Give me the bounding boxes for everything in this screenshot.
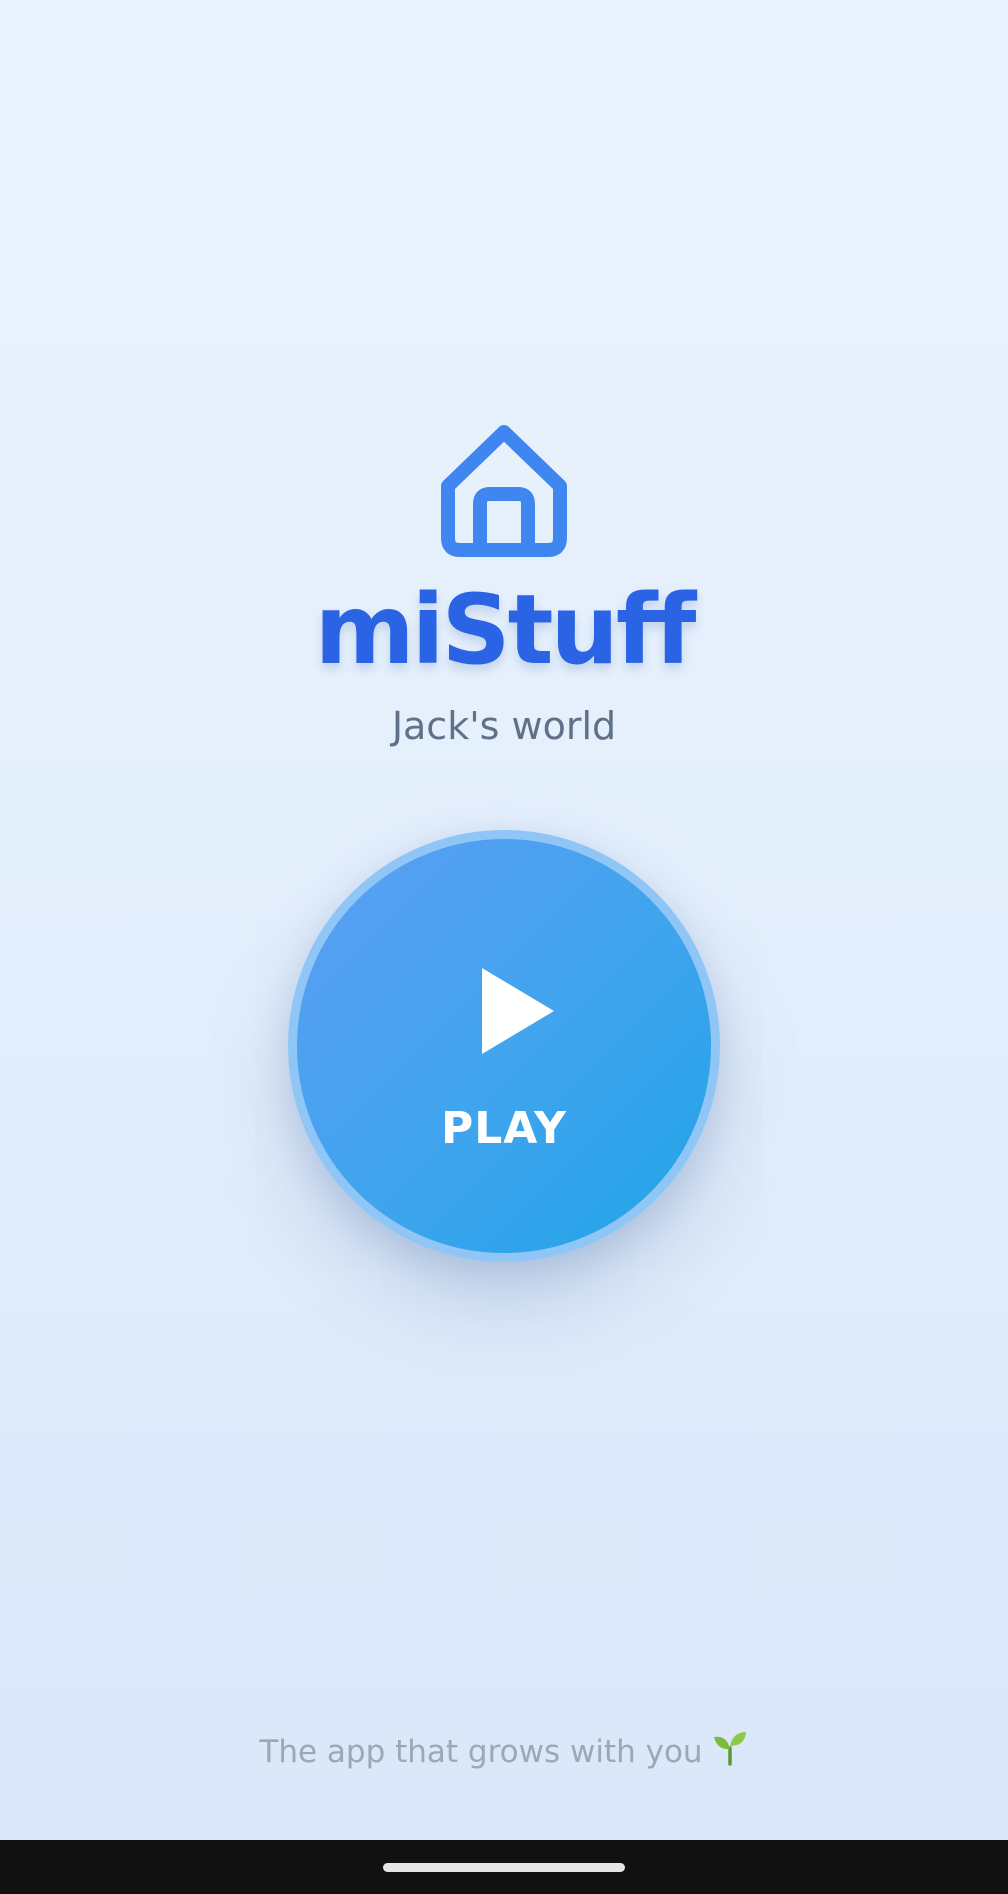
app-title: miStuff — [314, 574, 697, 686]
house-icon — [441, 425, 567, 557]
system-navigation-bar — [0, 1840, 1008, 1894]
tagline: The app that grows with you — [0, 1728, 1008, 1776]
play-button[interactable]: PLAY — [288, 830, 720, 1262]
tagline-text: The app that grows with you — [259, 1734, 703, 1770]
play-button-label: PLAY — [441, 1103, 567, 1154]
home-indicator[interactable] — [383, 1863, 625, 1872]
sprout-icon — [713, 1732, 746, 1766]
splash-screen: miStuff Jack's world PLAY The app that g… — [0, 0, 1008, 1840]
user-world-subtitle: Jack's world — [391, 704, 617, 748]
play-icon — [482, 968, 554, 1054]
